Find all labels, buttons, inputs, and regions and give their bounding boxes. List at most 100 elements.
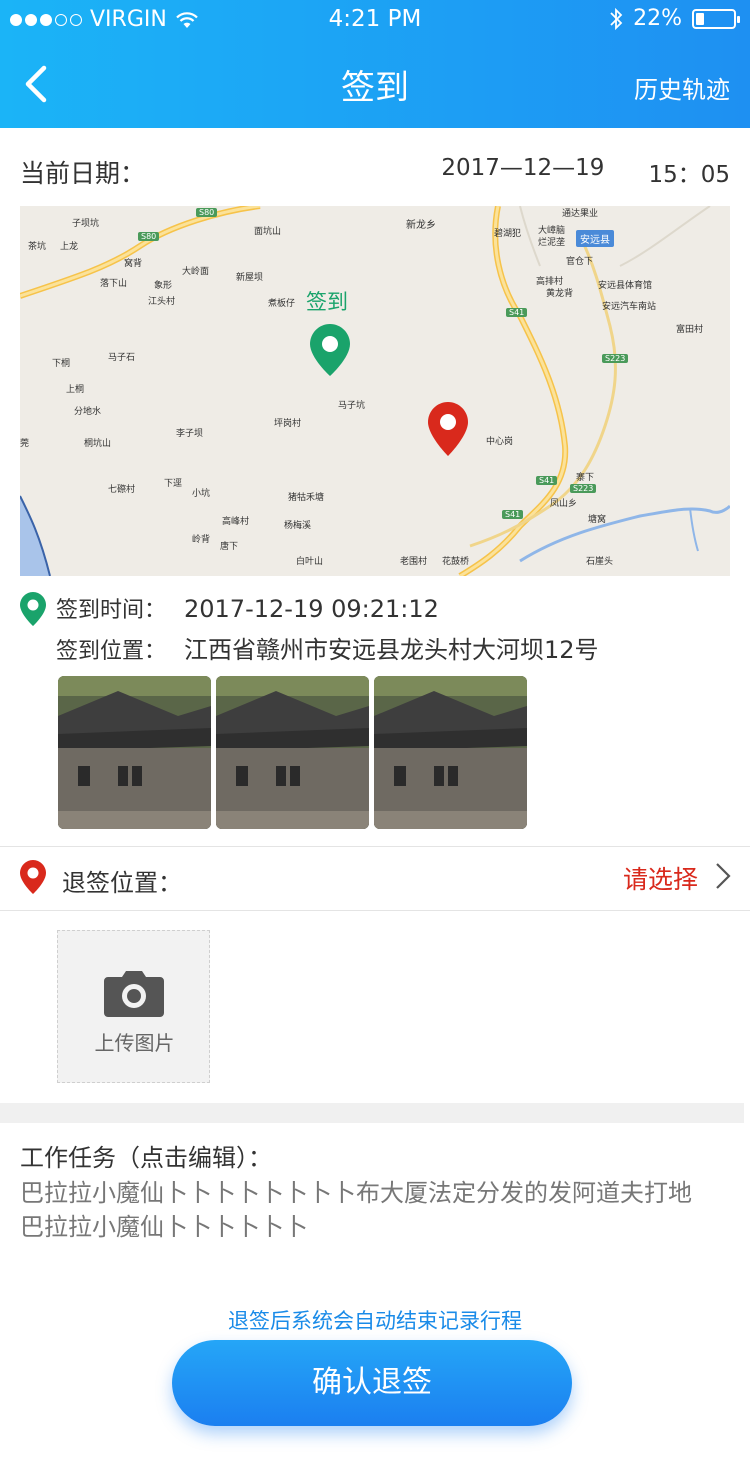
- chevron-right-icon[interactable]: [714, 861, 732, 891]
- map-place-label: 茶坑: [28, 242, 47, 252]
- road-badge: S80: [196, 208, 218, 217]
- map-place-label: 子坝坑: [72, 219, 100, 229]
- nav-bar: 签到 历史轨迹: [0, 40, 750, 128]
- checkin-marker-label: 签到: [306, 290, 348, 314]
- map-place-label: 大岭面: [182, 267, 210, 277]
- map-place-label: 桐坑山: [84, 439, 112, 449]
- road-badge: S80: [138, 232, 160, 241]
- task-line: 巴拉拉小魔仙卜卜卜卜卜卜卜卜布大厦法定分发的发阿道夫打地: [20, 1179, 692, 1207]
- status-right: 22%: [609, 6, 740, 31]
- checkin-location-row: 签到位置： 江西省赣州市安远县龙头村大河坝12号: [56, 630, 599, 665]
- map-place-label: 唐下: [220, 542, 239, 552]
- section-separator: [0, 1103, 744, 1123]
- map-place-label: 面坑山: [254, 227, 282, 237]
- map-place-label: 寨下: [576, 473, 595, 483]
- road-badge: S41: [506, 308, 528, 317]
- camera-icon: [104, 971, 164, 1017]
- map-place-label: 黄龙背: [546, 289, 574, 299]
- task-content[interactable]: 巴拉拉小魔仙卜卜卜卜卜卜卜卜布大厦法定分发的发阿道夫打地 巴拉拉小魔仙卜卜卜卜卜…: [20, 1176, 740, 1244]
- checkin-location-label: 签到位置：: [56, 639, 167, 664]
- map-place-label: 岭背: [192, 535, 211, 545]
- upload-photo-label: 上传图片: [94, 1031, 175, 1055]
- upload-photo-button[interactable]: 上传图片: [57, 930, 210, 1083]
- checkin-photo[interactable]: [216, 676, 369, 829]
- divider: [0, 910, 750, 911]
- current-time: 15：05: [648, 162, 730, 188]
- map-place-label: 下逕: [164, 479, 183, 489]
- battery-fill: [696, 12, 704, 25]
- map-place-label: 高峰村: [222, 517, 250, 527]
- map-place-label: 新屋坝: [236, 273, 264, 283]
- current-location-marker: [428, 402, 468, 456]
- checkin-photo[interactable]: [374, 676, 527, 829]
- map-place-label: 花鼓桥: [442, 557, 470, 567]
- map-place-label: 安远汽车南站: [602, 302, 657, 312]
- battery-icon: [692, 8, 740, 29]
- battery-percent: 22%: [633, 6, 682, 31]
- map-place-label: 白叶山: [296, 557, 324, 567]
- map-place-label: 上桐: [66, 385, 85, 395]
- task-line: 巴拉拉小魔仙卜卜卜卜卜卜: [20, 1213, 308, 1241]
- map-place-label: 凤山乡: [550, 499, 578, 509]
- map-place-label: 分地水: [74, 407, 102, 417]
- road-badge: S41: [536, 476, 558, 485]
- status-bar: VIRGIN 4:21 PM 22%: [0, 0, 750, 40]
- map-view[interactable]: 签到 子坝坑 茶坑 上龙 面坑山 新龙乡 通达果业 大嶂脑 烂泥垄 安远县 碧湖…: [20, 206, 730, 576]
- house-photo-icon: [374, 676, 527, 829]
- map-place-label: 落下山: [100, 279, 128, 289]
- map-place-label: 象形: [154, 281, 173, 291]
- map-place-label: 莞: [20, 439, 30, 449]
- road-badge: S41: [502, 510, 524, 519]
- checkin-photo[interactable]: [58, 676, 211, 829]
- checkin-time-row: 签到时间： 2017-12-19 09:21:12: [56, 592, 439, 624]
- map-place-label: 烂泥垄: [538, 238, 566, 248]
- bluetooth-icon: [610, 7, 623, 30]
- map-place-label: 富田村: [676, 325, 704, 335]
- confirm-checkout-button[interactable]: 确认退签: [172, 1340, 572, 1426]
- map-place-label: 七磜村: [108, 485, 136, 495]
- app-header: VIRGIN 4:21 PM 22% 签到 历史轨迹: [0, 0, 750, 128]
- map-place-label: 石崖头: [586, 557, 614, 567]
- location-pin-red-icon: [20, 860, 46, 894]
- map-place-label: 通达果业: [562, 209, 599, 219]
- map-place-label: 塘窝: [588, 515, 607, 525]
- map-place-label: 小坑: [192, 489, 211, 499]
- checkout-location-select[interactable]: 请选择: [623, 860, 698, 896]
- map-place-label: 坪岗村: [274, 419, 302, 429]
- location-pin-green-icon: [20, 592, 46, 626]
- house-photo-icon: [58, 676, 211, 829]
- checkin-photos: [58, 676, 527, 829]
- map-place-label: 新龙乡: [406, 220, 436, 231]
- map-place-label: 中心岗: [486, 437, 514, 447]
- checkin-time-label: 签到时间：: [56, 598, 167, 623]
- map-place-label: 马子坑: [338, 401, 366, 411]
- map-place-label: 碧湖犯: [494, 229, 522, 239]
- checkin-time-value: 2017-12-19 09:21:12: [184, 595, 439, 623]
- current-date-label: 当前日期：: [20, 159, 146, 188]
- current-date-row: 当前日期： 2017—12—19 15：05: [0, 128, 750, 208]
- checkout-location-label: 退签位置：: [62, 869, 182, 897]
- map-place-label: 上龙: [60, 242, 79, 252]
- checkin-location-value: 江西省赣州市安远县龙头村大河坝12号: [184, 636, 599, 664]
- map-place-label: 煮板仔: [268, 299, 296, 309]
- map-place-label: 安远县体育馆: [598, 281, 653, 291]
- map-place-label: 马子石: [108, 353, 136, 363]
- current-date: 2017—12—19: [441, 155, 605, 181]
- checkout-hint: 退签后系统会自动结束记录行程: [228, 1309, 522, 1333]
- house-photo-icon: [216, 676, 369, 829]
- map-place-label: 李子坝: [176, 429, 204, 439]
- current-date-value: 2017—12—19 15：05: [441, 155, 730, 189]
- road-badge: S223: [602, 354, 629, 363]
- map-place-label: 下桐: [52, 359, 71, 369]
- checkout-location-row[interactable]: 退签位置： 请选择: [0, 847, 750, 909]
- map-place-label: 窝背: [124, 259, 143, 269]
- map-place-label: 杨梅溪: [284, 521, 312, 531]
- map-place-label: 江头村: [148, 297, 176, 307]
- history-track-link[interactable]: 历史轨迹: [634, 70, 730, 105]
- task-title[interactable]: 工作任务（点击编辑）：: [20, 1138, 272, 1173]
- map-place-label: 老围村: [400, 557, 428, 567]
- road-badge: S223: [570, 484, 597, 493]
- map-place-label: 官仓下: [566, 257, 594, 267]
- map-place-label: 猪牯禾塘: [288, 493, 325, 503]
- checkin-marker: [310, 324, 350, 376]
